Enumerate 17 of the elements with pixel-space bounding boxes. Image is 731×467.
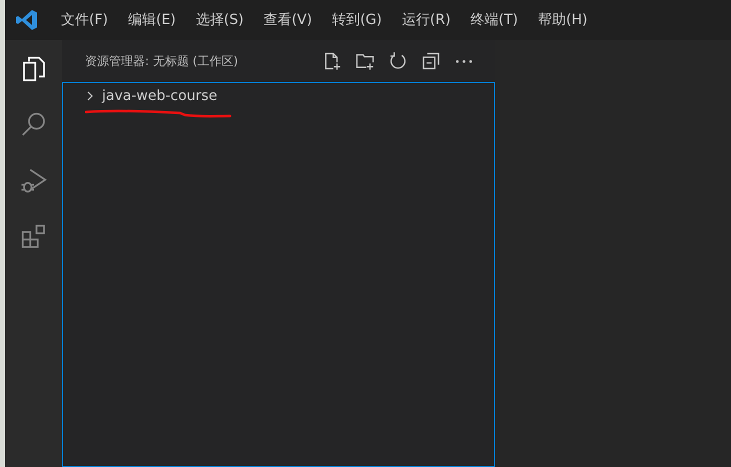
explorer-title: 资源管理器: 无标题 (工作区)	[85, 52, 240, 70]
refresh-icon	[388, 51, 408, 71]
new-folder-icon	[355, 51, 375, 71]
menu-item[interactable]: 查看(V)	[254, 11, 322, 29]
collapse-all-icon	[421, 51, 441, 71]
tree-item[interactable]: java-web-course	[63, 83, 494, 109]
menu-item[interactable]: 运行(R)	[392, 11, 461, 29]
menu-item[interactable]: 文件(F)	[51, 11, 118, 29]
app-logo-icon	[15, 8, 39, 32]
menu-item[interactable]: 终端(T)	[460, 11, 528, 29]
menu-item[interactable]: 帮助(H)	[528, 11, 598, 29]
menu-item[interactable]: 编辑(E)	[118, 11, 186, 29]
menu-item[interactable]: 转到(G)	[322, 11, 392, 29]
folder-name: java-web-course	[102, 88, 218, 104]
menu-item[interactable]: 选择(S)	[186, 11, 254, 29]
more-icon	[456, 60, 472, 62]
new-file-icon	[322, 51, 342, 71]
